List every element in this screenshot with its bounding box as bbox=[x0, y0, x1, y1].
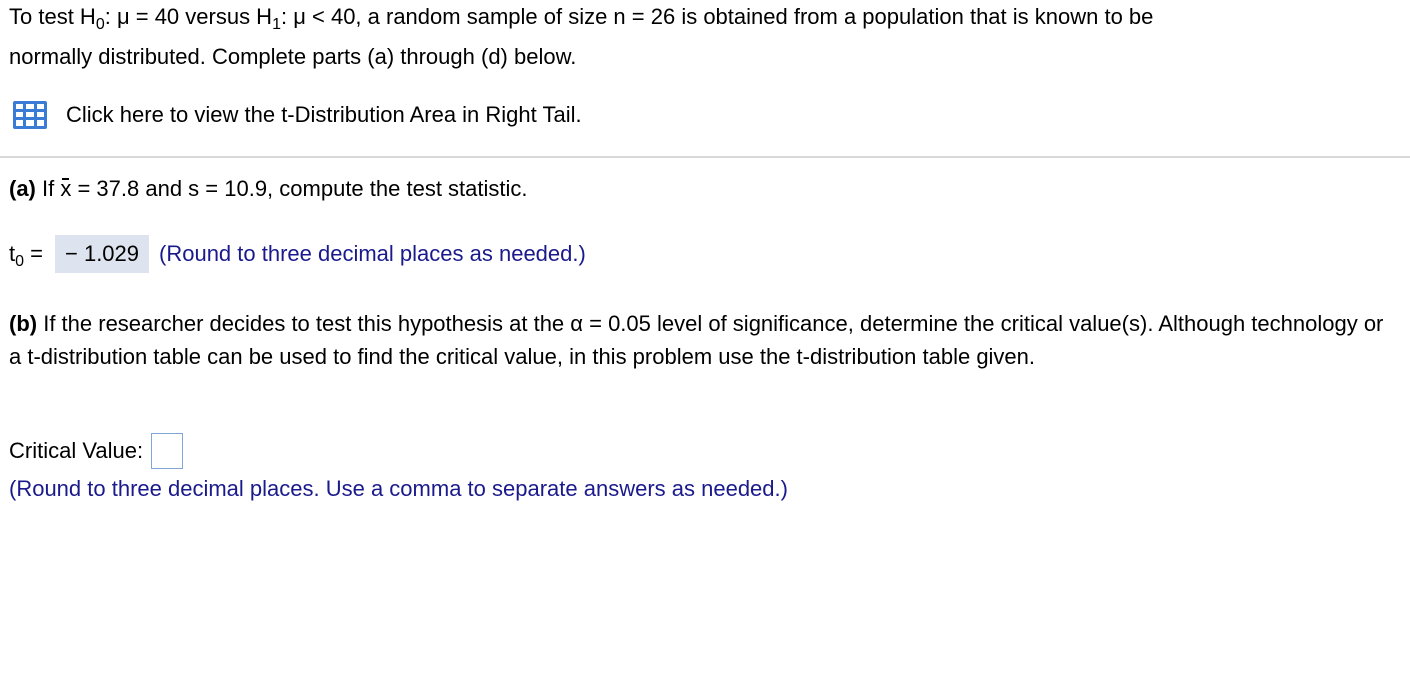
part-a-text: = 37.8 and s = 10.9, compute the test st… bbox=[71, 176, 528, 201]
problem-text: : μ < 40, a random sample of size n = 26… bbox=[280, 4, 1154, 29]
part-a-question: (a) If x = 37.8 and s = 10.9, compute th… bbox=[9, 175, 528, 203]
problem-line-1: To test H0: μ = 40 versus H1: μ < 40, a … bbox=[9, 3, 1154, 33]
problem-text: : μ = 40 versus H bbox=[104, 4, 273, 29]
x-bar-symbol: x bbox=[60, 176, 72, 201]
t-distribution-link-label[interactable]: Click here to view the t-Distribution Ar… bbox=[66, 101, 582, 129]
critical-value-label: Critical Value: bbox=[9, 438, 144, 463]
part-b-hint: (Round to three decimal places. Use a co… bbox=[9, 476, 788, 501]
part-b-text: If the researcher decides to test this h… bbox=[9, 311, 1384, 369]
part-a-label: (a) bbox=[9, 176, 36, 201]
problem-text: To test H bbox=[9, 4, 96, 29]
section-divider bbox=[0, 156, 1410, 158]
t-distribution-table-link[interactable]: Click here to view the t-Distribution Ar… bbox=[12, 99, 582, 131]
critical-value-row: Critical Value: bbox=[9, 432, 184, 470]
part-a-hint: (Round to three decimal places as needed… bbox=[159, 241, 586, 266]
part-b-question: (b) If the researcher decides to test th… bbox=[9, 307, 1389, 373]
subscript: 1 bbox=[272, 16, 281, 33]
critical-value-input[interactable] bbox=[151, 433, 184, 469]
subscript: 0 bbox=[15, 253, 25, 270]
test-statistic-answer[interactable]: − 1.029 bbox=[55, 235, 150, 273]
problem-line-2: normally distributed. Complete parts (a)… bbox=[9, 44, 577, 69]
subscript: 0 bbox=[95, 16, 105, 33]
equals-sign: = bbox=[24, 241, 43, 266]
part-b-label: (b) bbox=[9, 311, 38, 336]
part-a-text: If bbox=[35, 176, 61, 201]
part-a-answer-row: t0 = − 1.029 (Round to three decimal pla… bbox=[9, 234, 586, 274]
t0-symbol: t0 = bbox=[9, 241, 43, 270]
table-grid-icon[interactable] bbox=[12, 100, 48, 130]
